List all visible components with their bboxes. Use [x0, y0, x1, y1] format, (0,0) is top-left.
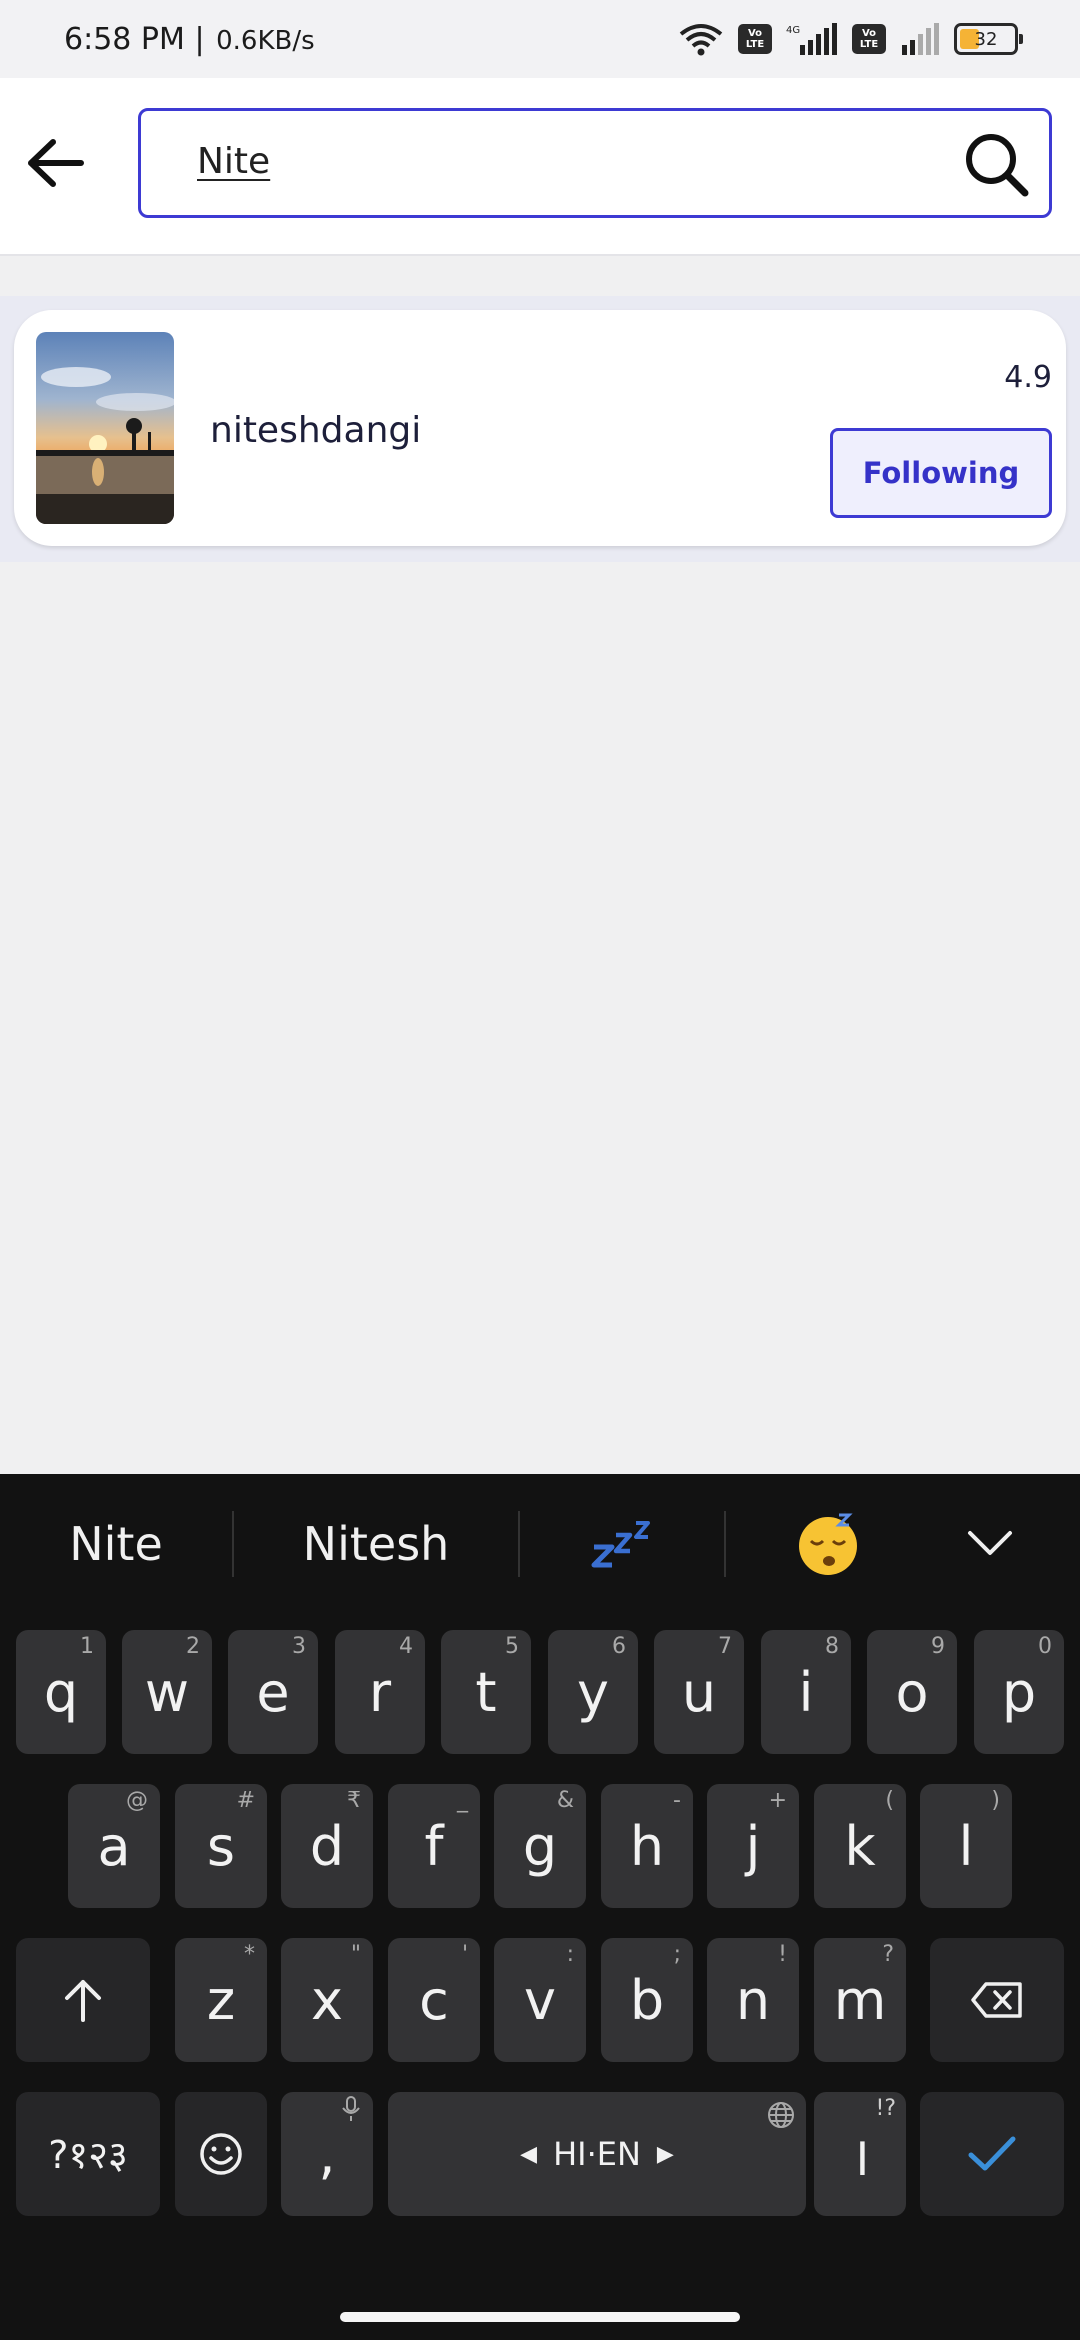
- search-query-text: Nite: [197, 141, 271, 182]
- key-x[interactable]: x ": [281, 1938, 373, 2062]
- suggestion-2[interactable]: Nitesh: [234, 1474, 518, 1614]
- key-b[interactable]: b;: [601, 1938, 693, 2062]
- suggestion-bar: Nite Nitesh: [0, 1474, 1080, 1614]
- signal-icon-sim2: [900, 23, 940, 55]
- search-button[interactable]: [961, 129, 1031, 199]
- danda-key[interactable]: । !?: [814, 2092, 906, 2216]
- signal-icon: 4G: [786, 23, 838, 55]
- microphone-icon: [341, 2096, 361, 2128]
- symbols-key[interactable]: ?१२३: [16, 2092, 160, 2216]
- status-icons: Vo LTE 4G Vo LTE 32: [678, 22, 1023, 56]
- globe-icon: [766, 2100, 796, 2136]
- key-l[interactable]: l): [920, 1784, 1012, 1908]
- key-i[interactable]: i8: [761, 1630, 851, 1754]
- key-k[interactable]: k(: [814, 1784, 906, 1908]
- search-icon: [966, 134, 1029, 197]
- key-p[interactable]: p0: [974, 1630, 1064, 1754]
- shift-arrow-icon: [65, 1980, 101, 2022]
- backspace-key[interactable]: [930, 1938, 1064, 2062]
- key-j[interactable]: j +: [707, 1784, 799, 1908]
- user-result-card[interactable]: niteshdangi 4.9 Following: [14, 310, 1066, 546]
- suggestion-emoji[interactable]: [726, 1474, 930, 1614]
- key-m[interactable]: m?: [814, 1938, 906, 2062]
- key-f[interactable]: f _: [388, 1784, 480, 1908]
- enter-key[interactable]: [920, 2092, 1064, 2216]
- search-header: Nite: [0, 78, 1080, 256]
- checkmark-icon: [968, 2136, 1016, 2171]
- back-arrow-icon: [28, 139, 84, 187]
- shift-key[interactable]: [16, 1938, 150, 2062]
- key-y[interactable]: y6: [548, 1630, 638, 1754]
- key-g[interactable]: g &: [494, 1784, 586, 1908]
- suggestion-zzz[interactable]: [520, 1474, 724, 1614]
- search-results: niteshdangi 4.9 Following: [0, 296, 1080, 562]
- status-time-group: 6:58 PM | 0.6KB/s: [64, 22, 315, 57]
- collapse-keyboard-button[interactable]: [930, 1474, 1050, 1614]
- caret-right-icon: ▶: [656, 2141, 674, 2167]
- key-s[interactable]: s #: [175, 1784, 267, 1908]
- space-key[interactable]: ◀ HI·EN ▶: [388, 2092, 806, 2216]
- key-o[interactable]: o9: [867, 1630, 957, 1754]
- network-type-label: 4G: [786, 25, 800, 36]
- zzz-icon: [591, 1521, 650, 1568]
- key-u[interactable]: u7: [654, 1630, 744, 1754]
- status-separator: |: [194, 21, 205, 57]
- sleeping-face-icon: [799, 1513, 857, 1575]
- emoji-key[interactable]: [175, 2092, 267, 2216]
- key-n[interactable]: n!: [707, 1938, 799, 2062]
- key-h[interactable]: h-: [601, 1784, 693, 1908]
- key-w[interactable]: w2: [122, 1630, 212, 1754]
- volte-icon-sim2: Vo LTE: [852, 24, 886, 54]
- key-r[interactable]: r4: [335, 1630, 425, 1754]
- smiley-icon: [200, 2133, 242, 2175]
- key-a[interactable]: a @: [68, 1784, 160, 1908]
- key-e[interactable]: e3: [228, 1630, 318, 1754]
- key-q[interactable]: q1: [16, 1630, 106, 1754]
- suggestion-1[interactable]: Nite: [0, 1474, 232, 1614]
- chevron-down-icon: [968, 1531, 1012, 1555]
- wifi-icon: [678, 22, 724, 56]
- sunset-photo-thumbnail: [36, 332, 174, 524]
- key-v[interactable]: v:: [494, 1938, 586, 2062]
- key-z[interactable]: z *: [175, 1938, 267, 2062]
- username[interactable]: niteshdangi: [210, 410, 421, 451]
- battery-level: 32: [974, 28, 998, 50]
- caret-left-icon: ◀: [520, 2141, 538, 2167]
- user-rating: 4.9: [1004, 360, 1052, 395]
- key-d[interactable]: d ₹: [281, 1784, 373, 1908]
- following-button[interactable]: Following: [830, 428, 1052, 518]
- user-avatar[interactable]: [36, 332, 174, 524]
- network-speed: 0.6KB/s: [216, 25, 315, 56]
- back-button[interactable]: [22, 130, 88, 196]
- keyboard: Nite Nitesh q1 w2 e 3 r 4 t 5 y 6 u 7 i …: [0, 1474, 1080, 2340]
- volte-icon: Vo LTE: [738, 24, 772, 54]
- search-input[interactable]: Nite: [138, 108, 1052, 218]
- backspace-icon: [971, 1982, 1022, 2018]
- battery-icon: 32: [954, 23, 1023, 55]
- comma-key[interactable]: ,: [281, 2092, 373, 2216]
- key-t[interactable]: t5: [441, 1630, 531, 1754]
- key-c[interactable]: c ': [388, 1938, 480, 2062]
- home-indicator[interactable]: [340, 2312, 740, 2322]
- status-time: 6:58 PM: [64, 21, 185, 57]
- status-bar: 6:58 PM | 0.6KB/s Vo LTE 4G Vo LTE 32: [0, 0, 1080, 78]
